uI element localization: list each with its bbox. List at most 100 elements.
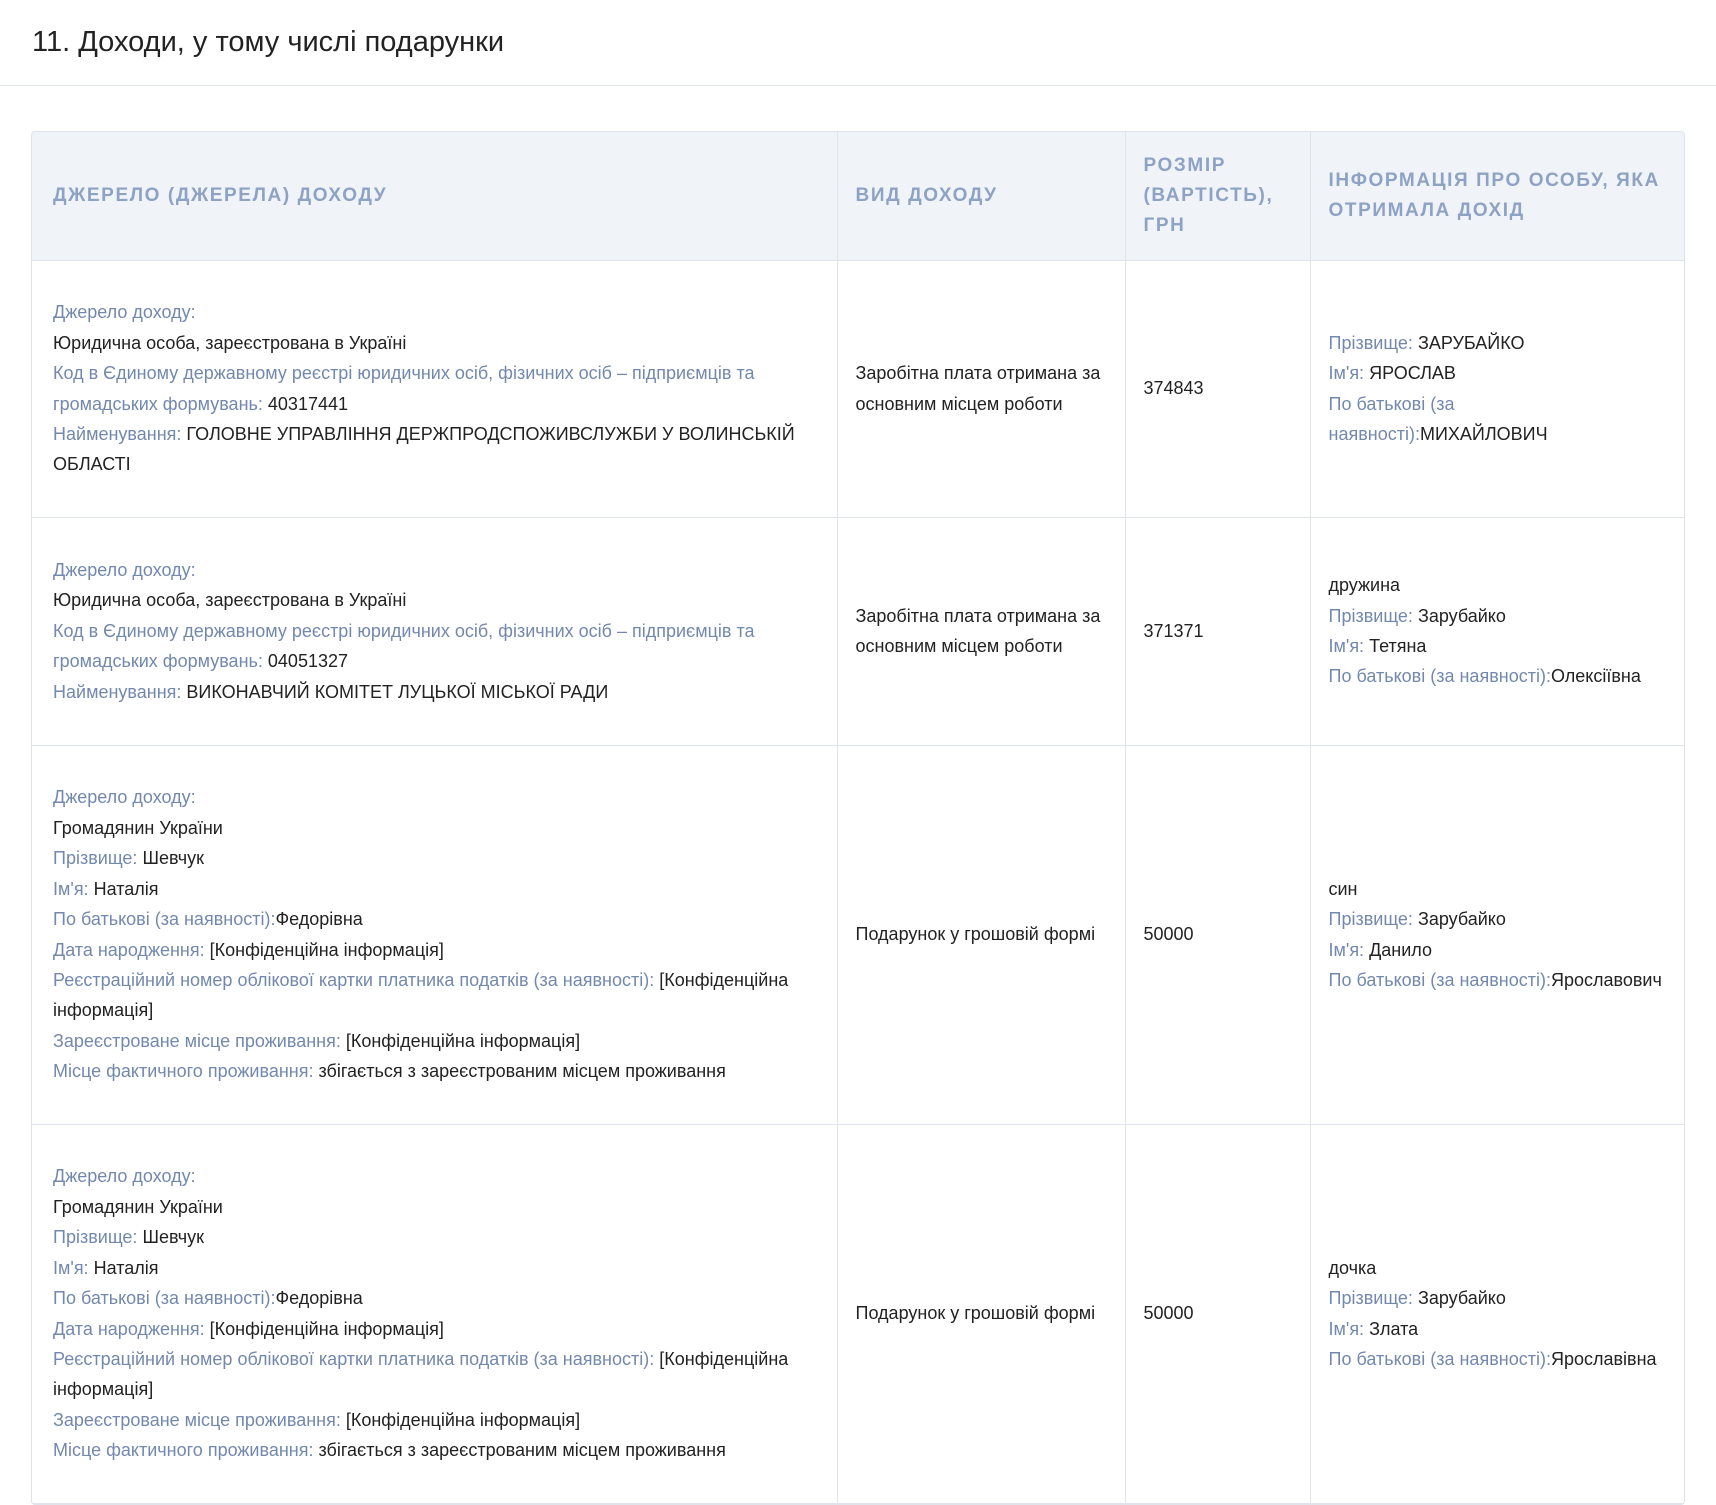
source-type: Юридична особа, зареєстрована в Україні bbox=[53, 332, 407, 353]
registered-address-label: Зареєстроване місце проживання: bbox=[53, 1409, 341, 1430]
section-header: 11. Доходи, у тому числі подарунки bbox=[0, 0, 1716, 86]
recipient-surname-line: Прізвище: Зарубайко bbox=[1329, 1283, 1669, 1313]
source-code-line: Код в Єдиному державному реєстрі юридичн… bbox=[53, 616, 819, 677]
amount-cell: 50000 bbox=[1125, 1124, 1311, 1504]
recipient-surname: Зарубайко bbox=[1417, 605, 1506, 626]
surname-label: Прізвище: bbox=[1328, 1288, 1413, 1309]
first-name-label: Ім'я: bbox=[1328, 363, 1365, 384]
source-label: Джерело доходу: bbox=[53, 1166, 196, 1187]
patronymic-label: По батькові (за наявності): bbox=[53, 1288, 276, 1309]
source-first-name-line: Ім'я: Наталія bbox=[53, 1253, 819, 1283]
source-first-name: Наталія bbox=[93, 878, 159, 899]
source-patronymic: Федорівна bbox=[275, 1288, 363, 1309]
patronymic-label: По батькові (за наявності): bbox=[53, 909, 276, 930]
recipient-cell: дочка Прізвище: Зарубайко Ім'я: Злата По… bbox=[1310, 1124, 1684, 1504]
name-label: Найменування: bbox=[53, 681, 182, 702]
source-name-line: Найменування: ВИКОНАВЧИЙ КОМІТЕТ ЛУЦЬКОЇ… bbox=[53, 677, 819, 707]
surname-label: Прізвище: bbox=[1328, 332, 1413, 353]
recipient-patronymic: Олексіївна bbox=[1550, 666, 1641, 687]
actual-address-value: збігається з зареєстрованим місцем прожи… bbox=[318, 1440, 726, 1461]
recipient-surname: Зарубайко bbox=[1417, 1288, 1506, 1309]
section-title: 11. Доходи, у тому числі подарунки bbox=[32, 26, 505, 58]
recipient-first-name: Тетяна bbox=[1369, 636, 1427, 656]
source-label: Джерело доходу: bbox=[53, 787, 196, 808]
source-first-name: Наталія bbox=[93, 1257, 159, 1278]
patronymic-label: По батькові (за наявності): bbox=[1328, 969, 1551, 990]
income-type-cell: Заробітна плата отримана за основним міс… bbox=[837, 260, 1126, 518]
source-type: Громадянин України bbox=[53, 817, 223, 838]
header-row: Джерело (джерела) доходу Вид доходу Розм… bbox=[32, 132, 1684, 261]
table-row: Джерело доходу: Юридична особа, зареєстр… bbox=[32, 517, 1684, 746]
income-type-cell: Подарунок у грошовій формі bbox=[837, 1124, 1126, 1504]
recipient-surname-line: Прізвище: Зарубайко bbox=[1329, 601, 1669, 631]
income-source-cell: Джерело доходу: Юридична особа, зареєстр… bbox=[32, 517, 838, 746]
first-name-label: Ім'я: bbox=[1328, 939, 1365, 960]
source-surname: Шевчук bbox=[142, 1227, 204, 1248]
source-tax-line: Реєстраційний номер облікової картки пла… bbox=[53, 965, 819, 1026]
income-table-container: Джерело (джерела) доходу Вид доходу Розм… bbox=[31, 131, 1685, 1505]
surname-label: Прізвище: bbox=[1328, 909, 1413, 930]
patronymic-label: По батькові (за наявності): bbox=[1328, 666, 1551, 687]
actual-address-value: збігається з зареєстрованим місцем прожи… bbox=[318, 1061, 726, 1082]
recipient-first-name: ЯРОСЛАВ bbox=[1369, 363, 1456, 384]
income-source-cell: Джерело доходу: Громадянин України Прізв… bbox=[32, 745, 838, 1125]
header-amount: Розмір (вартість), грн bbox=[1125, 132, 1311, 261]
source-birth-line: Дата народження: [Конфіденційна інформац… bbox=[53, 935, 819, 965]
table-row: Джерело доходу: Юридична особа, зареєстр… bbox=[32, 260, 1684, 518]
source-reg-line: Зареєстроване місце проживання: [Конфіде… bbox=[53, 1026, 819, 1056]
recipient-relation: дружина bbox=[1328, 575, 1401, 596]
recipient-name-line: Ім'я: Тетяна bbox=[1329, 631, 1669, 661]
tax-number-label: Реєстраційний номер облікової картки пла… bbox=[53, 969, 655, 990]
header-recipient: Інформація про особу, яка отримала дохід bbox=[1310, 132, 1684, 261]
amount-cell: 50000 bbox=[1125, 745, 1311, 1125]
source-code-line: Код в Єдиному державному реєстрі юридичн… bbox=[53, 358, 819, 419]
first-name-label: Ім'я: bbox=[1328, 636, 1365, 656]
recipient-patronymic-line: По батькові (за наявності):МИХАЙЛОВИЧ bbox=[1329, 389, 1669, 450]
recipient-patronymic: Ярославович bbox=[1550, 969, 1662, 990]
first-name-label: Ім'я: bbox=[53, 878, 89, 899]
source-name-line: Найменування: ГОЛОВНЕ УПРАВЛІННЯ ДЕРЖПРО… bbox=[53, 419, 819, 480]
surname-label: Прізвище: bbox=[53, 848, 138, 869]
source-reg-line: Зареєстроване місце проживання: [Конфіде… bbox=[53, 1405, 819, 1435]
source-actual-line: Місце фактичного проживання: збігається … bbox=[53, 1056, 819, 1086]
source-patronymic: Федорівна bbox=[275, 909, 363, 930]
registered-address-label: Зареєстроване місце проживання: bbox=[53, 1030, 341, 1051]
source-patronymic-line: По батькові (за наявності):Федорівна bbox=[53, 904, 819, 934]
source-birth-line: Дата народження: [Конфіденційна інформац… bbox=[53, 1314, 819, 1344]
source-label: Джерело доходу: bbox=[53, 559, 196, 580]
source-actual-line: Місце фактичного проживання: збігається … bbox=[53, 1435, 819, 1465]
source-label: Джерело доходу: bbox=[53, 302, 196, 323]
header-income-source: Джерело (джерела) доходу bbox=[32, 132, 838, 261]
code-label: Код в Єдиному державному реєстрі юридичн… bbox=[53, 620, 755, 672]
first-name-label: Ім'я: bbox=[53, 1257, 89, 1278]
recipient-cell: син Прізвище: Зарубайко Ім'я: Данило По … bbox=[1310, 745, 1684, 1125]
recipient-patronymic: МИХАЙЛОВИЧ bbox=[1419, 423, 1548, 444]
recipient-first-name: Данило bbox=[1369, 939, 1432, 960]
recipient-surname-line: Прізвище: ЗАРУБАЙКО bbox=[1329, 328, 1669, 358]
amount-cell: 371371 bbox=[1125, 517, 1311, 746]
recipient-patronymic-line: По батькові (за наявності):Ярославович bbox=[1329, 965, 1669, 995]
birth-date-label: Дата народження: bbox=[53, 939, 205, 960]
patronymic-label: По батькові (за наявності): bbox=[1328, 1348, 1551, 1369]
edrpou-code: 04051327 bbox=[267, 651, 348, 672]
code-label: Код в Єдиному державному реєстрі юридичн… bbox=[53, 363, 755, 414]
registered-address-value: [Конфіденційна інформація] bbox=[345, 1030, 581, 1051]
source-surname: Шевчук bbox=[142, 848, 204, 869]
table-header: Джерело (джерела) доходу Вид доходу Розм… bbox=[32, 132, 1684, 261]
recipient-patronymic-line: По батькові (за наявності):Олексіївна bbox=[1329, 661, 1669, 691]
recipient-name-line: Ім'я: ЯРОСЛАВ bbox=[1329, 358, 1669, 388]
tax-number-label: Реєстраційний номер облікової картки пла… bbox=[53, 1348, 655, 1369]
surname-label: Прізвище: bbox=[1328, 605, 1413, 626]
income-table: Джерело (джерела) доходу Вид доходу Розм… bbox=[32, 132, 1684, 1504]
recipient-first-name: Злата bbox=[1369, 1318, 1419, 1339]
registered-address-value: [Конфіденційна інформація] bbox=[345, 1409, 581, 1430]
source-patronymic-line: По батькові (за наявності):Федорівна bbox=[53, 1283, 819, 1313]
recipient-name-line: Ім'я: Данило bbox=[1329, 935, 1669, 965]
recipient-patronymic-line: По батькові (за наявності):Ярославівна bbox=[1329, 1344, 1669, 1374]
amount-cell: 374843 bbox=[1125, 260, 1311, 518]
table-body: Джерело доходу: Юридична особа, зареєстр… bbox=[32, 260, 1684, 1504]
source-first-name-line: Ім'я: Наталія bbox=[53, 874, 819, 904]
birth-date-value: [Конфіденційна інформація] bbox=[209, 939, 444, 960]
organization-name: ВИКОНАВЧИЙ КОМІТЕТ ЛУЦЬКОЇ МІСЬКОЇ РАДИ bbox=[186, 681, 609, 702]
income-source-cell: Джерело доходу: Юридична особа, зареєстр… bbox=[32, 260, 838, 518]
